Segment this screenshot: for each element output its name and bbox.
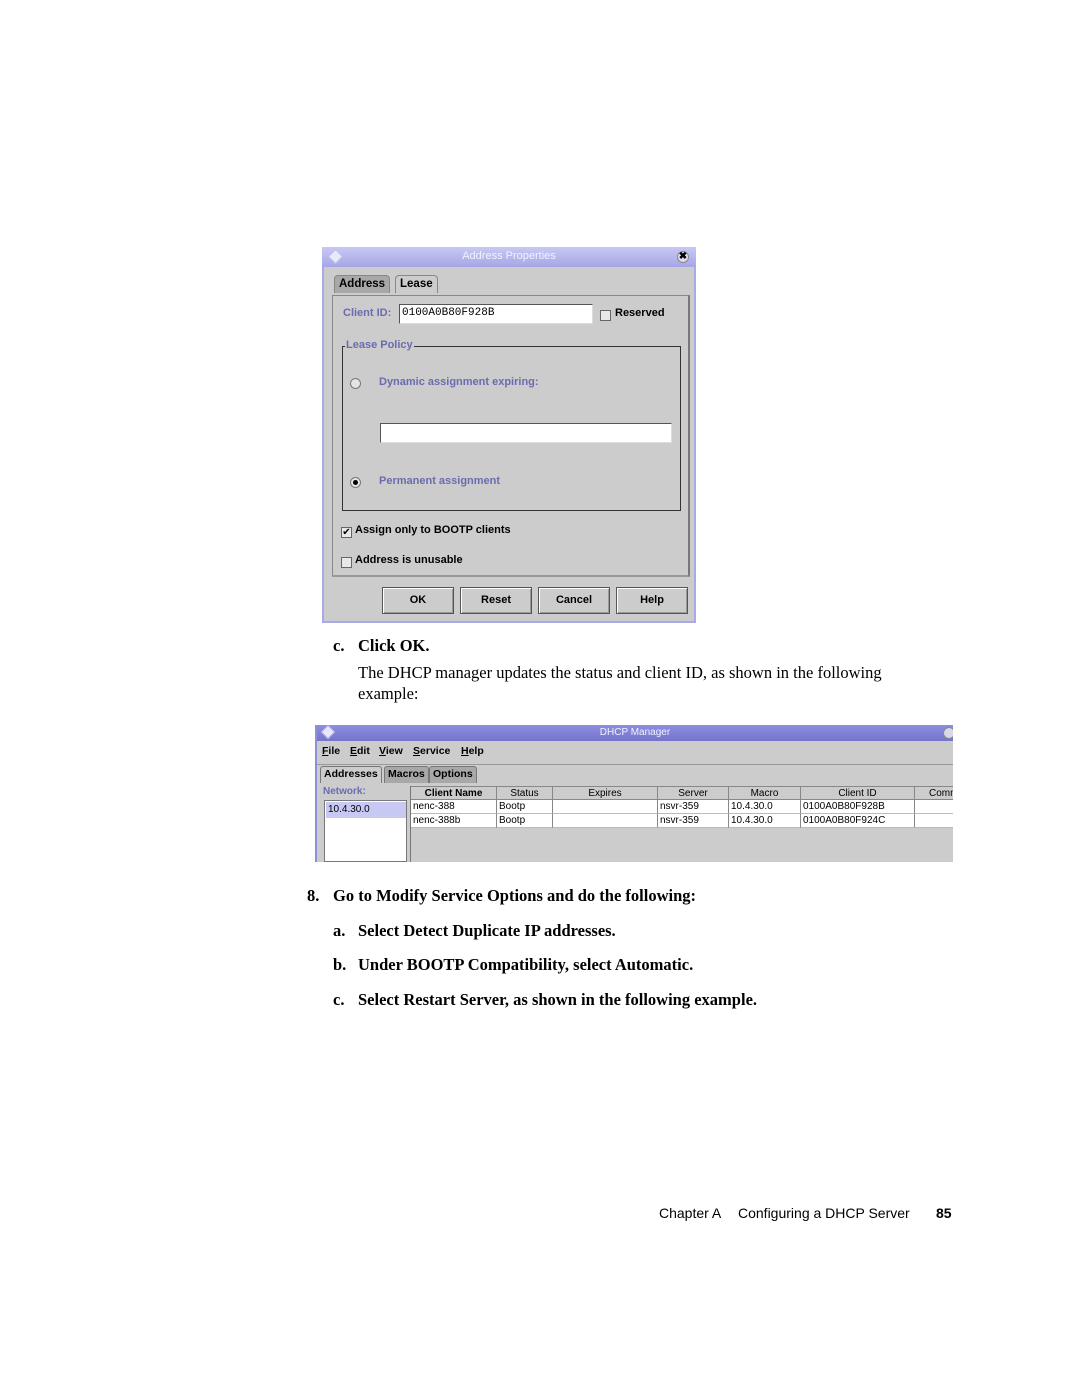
step-c-marker: c. xyxy=(333,636,345,655)
lease-policy-label: Lease Policy xyxy=(345,339,414,351)
lease-policy-group: Lease Policy Dynamic assignment expiring… xyxy=(342,339,681,511)
permanent-assignment-label: Permanent assignment xyxy=(379,475,501,487)
client-id-label: Client ID: xyxy=(343,307,392,319)
address-unusable-label: Address is unusable xyxy=(355,554,463,566)
tab-lease[interactable]: Lease xyxy=(395,275,438,293)
substep-a-text: Select Detect Duplicate IP addresses. xyxy=(358,921,616,940)
tab-options[interactable]: Options xyxy=(429,766,477,783)
network-item[interactable]: 10.4.30.0 xyxy=(326,802,406,818)
column-header-client-id[interactable]: Client ID xyxy=(801,786,915,800)
ok-button[interactable]: OK xyxy=(382,587,454,614)
address-unusable-checkbox[interactable] xyxy=(341,557,352,568)
menu-file[interactable]: File xyxy=(322,745,340,757)
column-header-status[interactable]: Status xyxy=(497,786,553,800)
substep-b-marker: b. xyxy=(333,955,347,974)
table-row-2-status[interactable]: Bootp xyxy=(497,814,553,828)
help-button[interactable]: Help xyxy=(616,587,688,614)
table-row-2-client-id[interactable]: 0100A0B80F924C xyxy=(801,814,915,828)
manager-title: DHCP Manager xyxy=(599,727,671,738)
table-row-1-client-name[interactable]: nenc-388 xyxy=(411,800,497,814)
menu-bar: File Edit View Service Help xyxy=(317,741,953,765)
substep-a-marker: a. xyxy=(333,921,346,940)
substep-b-text: Under BOOTP Compatibility, select Automa… xyxy=(358,955,694,974)
step-c-description: The DHCP manager updates the status and … xyxy=(358,663,882,703)
network-list[interactable]: 10.4.30.0 xyxy=(324,800,407,862)
column-header-expires[interactable]: Expires xyxy=(553,786,658,800)
column-header-client-name[interactable]: Client Name xyxy=(411,786,497,800)
cancel-button[interactable]: Cancel xyxy=(538,587,610,614)
column-header-macro[interactable]: Macro xyxy=(729,786,801,800)
page-number: 85 xyxy=(936,1205,952,1221)
substep-c-marker: c. xyxy=(333,990,345,1009)
menu-service[interactable]: Service xyxy=(413,745,450,757)
client-id-input[interactable]: 0100A0B80F928B xyxy=(399,304,593,324)
tab-address[interactable]: Address xyxy=(334,275,391,293)
minimize-icon[interactable] xyxy=(943,727,953,739)
permanent-assignment-radio[interactable] xyxy=(350,477,361,488)
reserved-checkbox[interactable] xyxy=(600,310,611,321)
dialog-title: Address Properties xyxy=(462,250,556,262)
footer-chapter-title: Configuring a DHCP Server xyxy=(738,1205,910,1221)
table-row-2-server[interactable]: nsvr-359 xyxy=(658,814,729,828)
dynamic-assignment-label: Dynamic assignment expiring: xyxy=(379,376,539,388)
bootp-only-label: Assign only to BOOTP clients xyxy=(355,524,511,536)
step-8-marker: 8. xyxy=(307,886,320,905)
step-8-text: Go to Modify Service Options and do the … xyxy=(333,886,697,905)
table-row-1-expires[interactable] xyxy=(553,800,658,814)
tab-addresses[interactable]: Addresses xyxy=(320,766,382,783)
menu-view[interactable]: View xyxy=(379,745,403,757)
column-header-server[interactable]: Server xyxy=(658,786,729,800)
menu-help[interactable]: Help xyxy=(461,745,484,757)
network-label: Network: xyxy=(323,786,366,797)
menu-edit[interactable]: Edit xyxy=(350,745,370,757)
addresses-table: Client Name Status Expires Server Macro … xyxy=(410,786,953,862)
reserved-label: Reserved xyxy=(615,307,665,319)
lease-panel: Client ID: 0100A0B80F928B Reserved Lease… xyxy=(332,295,690,577)
bootp-only-checkbox[interactable]: ✔ xyxy=(341,527,352,538)
table-row-1-client-id[interactable]: 0100A0B80F928B xyxy=(801,800,915,814)
address-properties-dialog: Address Properties ✖ Address Lease Clien… xyxy=(322,247,696,623)
table-row-1-server[interactable]: nsvr-359 xyxy=(658,800,729,814)
close-icon[interactable]: ✖ xyxy=(677,251,689,263)
dhcp-manager-window: DHCP Manager File Edit View Service Help… xyxy=(315,725,953,862)
table-row-1-status[interactable]: Bootp xyxy=(497,800,553,814)
manager-titlebar[interactable]: DHCP Manager xyxy=(317,725,953,741)
table-row-1-comment[interactable] xyxy=(915,800,953,814)
dynamic-assignment-radio[interactable] xyxy=(350,378,361,389)
expiry-date-input[interactable] xyxy=(380,423,672,443)
dialog-titlebar[interactable]: Address Properties ✖ xyxy=(322,247,696,267)
table-row-2-expires[interactable] xyxy=(553,814,658,828)
substep-c-text: Select Restart Server, as shown in the f… xyxy=(358,990,758,1009)
table-row-2-client-name[interactable]: nenc-388b xyxy=(411,814,497,828)
reset-button[interactable]: Reset xyxy=(460,587,532,614)
table-row-2-macro[interactable]: 10.4.30.0 xyxy=(729,814,801,828)
tab-macros[interactable]: Macros xyxy=(384,766,429,783)
step-c-text: Click OK. xyxy=(358,636,430,655)
table-row-2-comment[interactable] xyxy=(915,814,953,828)
table-row-1-macro[interactable]: 10.4.30.0 xyxy=(729,800,801,814)
footer-chapter: Chapter A xyxy=(659,1205,722,1221)
column-header-comment[interactable]: Comm xyxy=(915,786,953,800)
